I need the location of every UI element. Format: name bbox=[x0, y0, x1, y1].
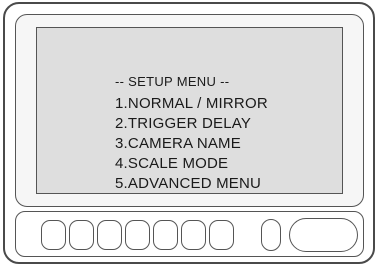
monitor-device: -- SETUP MENU -- 1.NORMAL / MIRROR 2.TRI… bbox=[3, 2, 375, 264]
hardware-button-3[interactable] bbox=[97, 220, 122, 250]
button-panel bbox=[15, 211, 364, 257]
hardware-button-5[interactable] bbox=[153, 220, 178, 250]
menu-item-scale-mode[interactable]: 4.SCALE MODE bbox=[115, 154, 268, 174]
screen-bezel: -- SETUP MENU -- 1.NORMAL / MIRROR 2.TRI… bbox=[15, 14, 364, 207]
setup-menu-title: -- SETUP MENU -- bbox=[115, 74, 230, 89]
hardware-button-2[interactable] bbox=[69, 220, 94, 250]
hardware-button-7[interactable] bbox=[209, 220, 234, 250]
hardware-button-6[interactable] bbox=[181, 220, 206, 250]
menu-item-normal-mirror[interactable]: 1.NORMAL / MIRROR bbox=[115, 94, 268, 114]
hardware-button-oval-small[interactable] bbox=[261, 219, 281, 251]
hardware-button-4[interactable] bbox=[125, 220, 150, 250]
hardware-button-oval-large[interactable] bbox=[289, 218, 358, 252]
menu-item-advanced-menu[interactable]: 5.ADVANCED MENU bbox=[115, 174, 268, 194]
display-screen: -- SETUP MENU -- 1.NORMAL / MIRROR 2.TRI… bbox=[36, 27, 343, 194]
setup-menu: -- SETUP MENU -- 1.NORMAL / MIRROR 2.TRI… bbox=[115, 74, 268, 194]
menu-item-camera-name[interactable]: 3.CAMERA NAME bbox=[115, 134, 268, 154]
menu-item-trigger-delay[interactable]: 2.TRIGGER DELAY bbox=[115, 114, 268, 134]
hardware-button-1[interactable] bbox=[41, 220, 66, 250]
